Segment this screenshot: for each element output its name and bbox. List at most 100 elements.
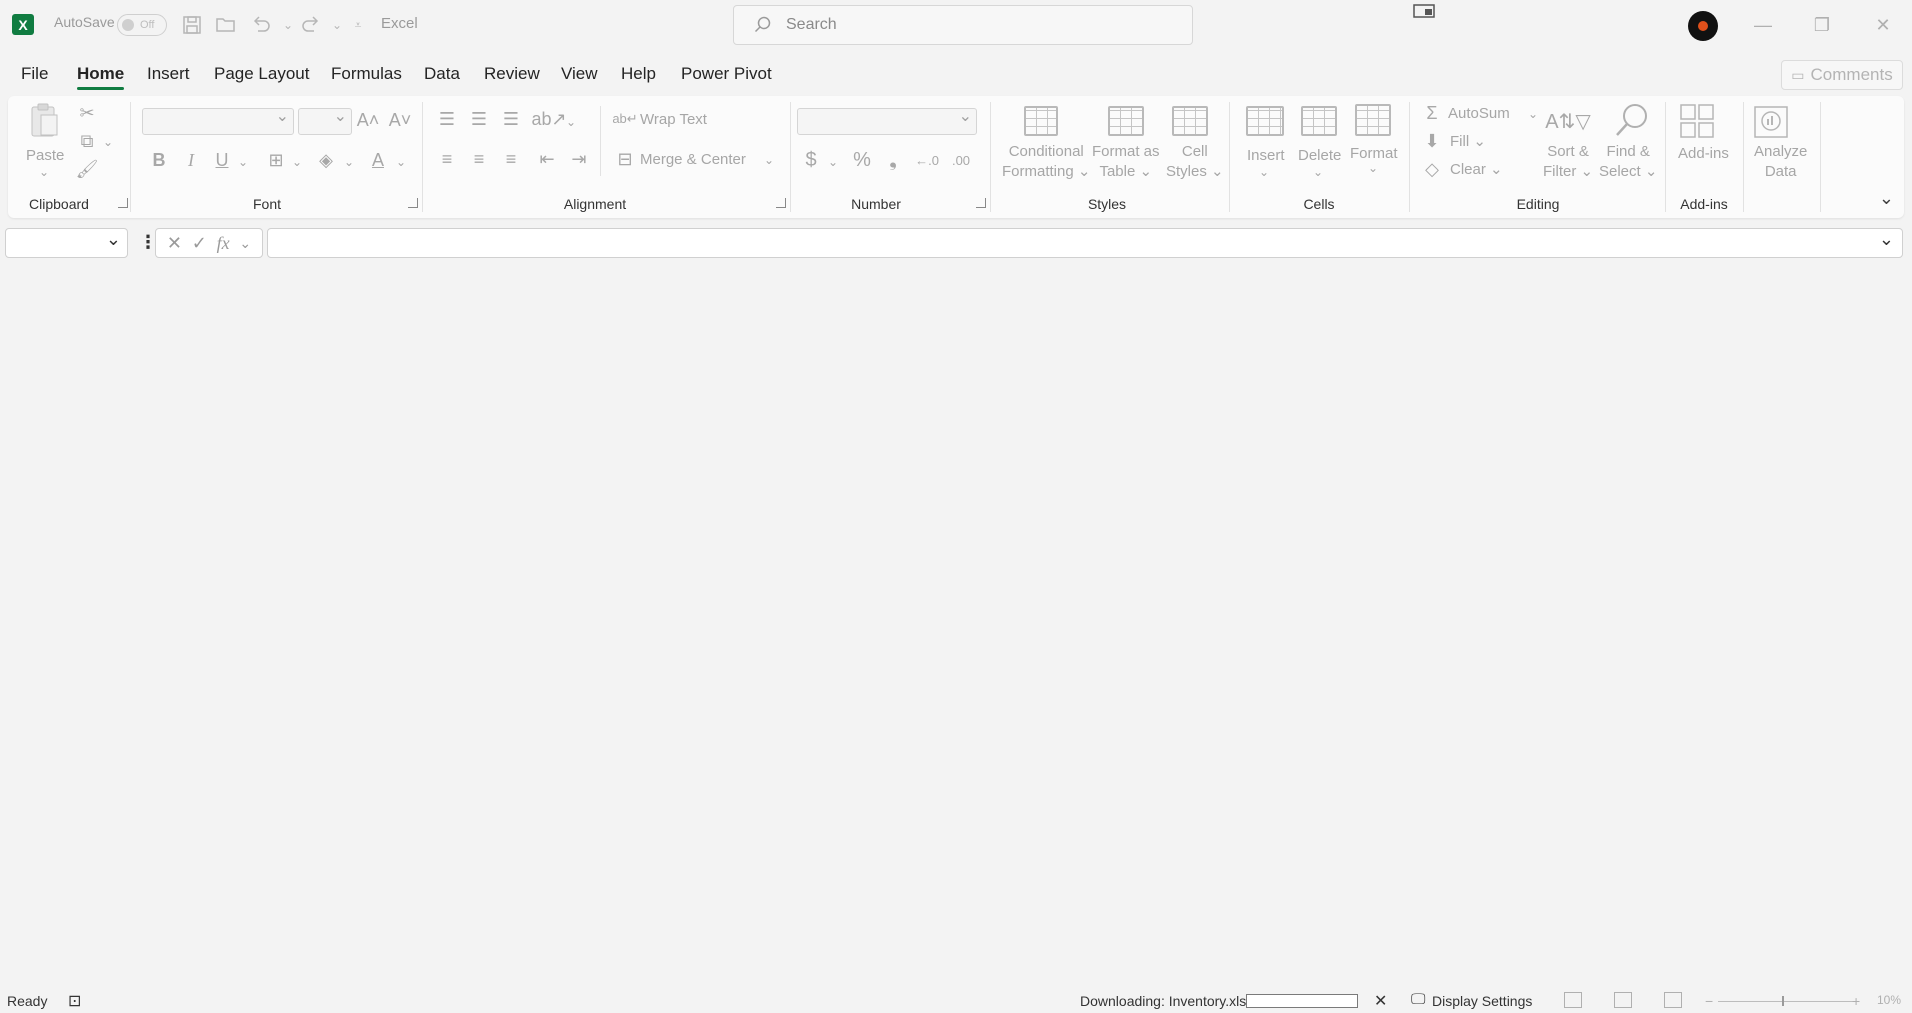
underline-dropdown-icon[interactable]: ⌄ [238,152,248,172]
format-as-table-button[interactable]: Format as Table ⌄ [1092,142,1160,182]
paste-icon[interactable] [28,102,60,138]
tab-view[interactable]: View [561,64,598,84]
copy-icon[interactable]: ⧉ [76,130,98,152]
redo-icon[interactable] [298,12,324,38]
align-center-icon[interactable]: ≡ [468,148,490,170]
alignment-launcher-icon[interactable] [776,198,786,208]
display-settings-button[interactable]: Display Settings [1432,993,1532,1009]
fill-color-dropdown-icon[interactable]: ⌄ [344,152,354,172]
bottom-align-icon[interactable]: ☰ [500,108,522,130]
open-icon[interactable] [213,12,239,38]
tab-data[interactable]: Data [424,64,460,84]
comma-style-button[interactable]: ❟ [882,148,904,172]
align-left-icon[interactable]: ≡ [436,148,458,170]
align-right-icon[interactable]: ≡ [500,148,522,170]
autosum-dropdown-icon[interactable]: ⌄ [1528,104,1538,124]
normal-view-icon[interactable] [1564,992,1582,1008]
fill-color-icon[interactable]: ◈ [314,148,338,172]
decrease-indent-icon[interactable]: ⇤ [536,148,558,170]
zoom-slider[interactable] [1718,1001,1856,1002]
cancel-download-icon[interactable]: ✕ [1374,991,1387,1011]
minimize-icon[interactable]: — [1743,10,1783,40]
increase-decimal-button[interactable]: ←.0 [912,148,942,172]
zoom-out-icon[interactable]: − [1705,993,1713,1009]
coauthoring-icon[interactable] [1412,2,1436,20]
orientation-dropdown-icon[interactable]: ⌄ [566,112,576,132]
tab-insert[interactable]: Insert [147,64,190,84]
font-size-dropdown[interactable] [298,106,352,135]
customize-toolbar-icon[interactable]: ⩡ [345,12,371,38]
tab-file[interactable]: File [21,64,48,84]
increase-font-icon[interactable]: A˄ [356,108,380,132]
tab-formulas[interactable]: Formulas [331,64,402,84]
autosave-toggle[interactable]: Off [117,14,167,36]
borders-dropdown-icon[interactable]: ⌄ [292,152,302,172]
clear-button[interactable]: Clear ⌄ [1450,160,1503,180]
save-icon[interactable] [179,12,205,38]
font-launcher-icon[interactable] [408,198,418,208]
format-dropdown-icon[interactable]: ⌄ [1368,158,1378,178]
function-dropdown-icon[interactable]: ⌄ [239,235,251,252]
bold-button[interactable]: B [148,148,170,172]
avatar[interactable] [1688,11,1718,41]
underline-button[interactable]: U [211,148,233,172]
tab-help[interactable]: Help [621,64,656,84]
currency-button[interactable]: $ [800,148,822,172]
merge-center-button[interactable]: Merge & Center [640,150,746,170]
font-color-icon[interactable]: A [366,148,390,172]
italic-button[interactable]: I [180,148,202,172]
middle-align-icon[interactable]: ☰ [468,108,490,130]
accessibility-icon[interactable]: ⊡ [68,991,81,1011]
format-painter-icon[interactable]: 🖌 [76,158,99,180]
wrap-text-button[interactable]: Wrap Text [640,110,707,130]
orientation-icon[interactable]: ab↗ [531,108,566,130]
tab-page-layout[interactable]: Page Layout [214,64,309,84]
decrease-font-icon[interactable]: A˅ [388,108,412,132]
insert-dropdown-icon[interactable]: ⌄ [1259,162,1269,182]
percent-button[interactable]: % [850,148,874,172]
number-format-dropdown[interactable] [797,106,977,135]
comments-button[interactable]: ▭ Comments [1781,60,1903,90]
font-color-dropdown-icon[interactable]: ⌄ [396,152,406,172]
clipboard-launcher-icon[interactable] [118,198,128,208]
merge-dropdown-icon[interactable]: ⌄ [764,150,774,170]
undo-icon[interactable] [248,12,274,38]
cut-icon[interactable]: ✂ [76,102,98,124]
cell-styles-button[interactable]: Cell Styles ⌄ [1166,142,1224,182]
name-box[interactable] [5,228,128,258]
tab-power-pivot[interactable]: Power Pivot [681,64,772,84]
fill-button[interactable]: Fill ⌄ [1450,132,1486,152]
tab-review[interactable]: Review [484,64,540,84]
ribbon-collapse-icon[interactable]: ⌄ [1879,188,1894,209]
copy-dropdown-icon[interactable]: ⌄ [103,132,113,152]
close-window-icon[interactable]: ✕ [1863,10,1903,40]
page-layout-view-icon[interactable] [1614,992,1632,1008]
zoom-in-icon[interactable]: + [1852,993,1860,1009]
addins-button[interactable]: Add-ins [1678,144,1729,164]
conditional-formatting-button[interactable]: Conditional Formatting ⌄ [1002,142,1090,182]
autosum-button[interactable]: AutoSum [1448,104,1510,124]
number-launcher-icon[interactable] [976,198,986,208]
font-name-dropdown[interactable] [142,106,294,135]
zoom-slider-thumb[interactable] [1782,996,1784,1006]
decrease-decimal-button[interactable]: .00 [946,148,976,172]
tab-home[interactable]: Home [77,64,125,90]
top-align-icon[interactable]: ☰ [436,108,458,130]
enter-icon[interactable]: ✓ [192,233,207,254]
insert-function-button[interactable]: fx [217,233,230,254]
zoom-level[interactable]: 10% [1877,993,1901,1007]
cancel-icon[interactable]: ✕ [167,233,182,254]
formula-input[interactable] [267,228,1903,258]
paste-dropdown-icon[interactable]: ⌄ [39,162,49,182]
search-input[interactable]: Search [733,5,1193,45]
borders-icon[interactable]: ⊞ [264,148,288,172]
analyze-data-button[interactable]: Analyze Data [1754,142,1807,182]
increase-indent-icon[interactable]: ⇥ [568,148,590,170]
page-break-view-icon[interactable] [1664,992,1682,1008]
restore-icon[interactable]: ❐ [1802,10,1842,40]
group-label-addins: Add-ins [1680,196,1728,212]
find-select-button[interactable]: Find & Select ⌄ [1599,142,1657,182]
delete-dropdown-icon[interactable]: ⌄ [1313,162,1323,182]
sort-filter-button[interactable]: Sort & Filter ⌄ [1543,142,1593,182]
currency-dropdown-icon[interactable]: ⌄ [828,152,838,172]
